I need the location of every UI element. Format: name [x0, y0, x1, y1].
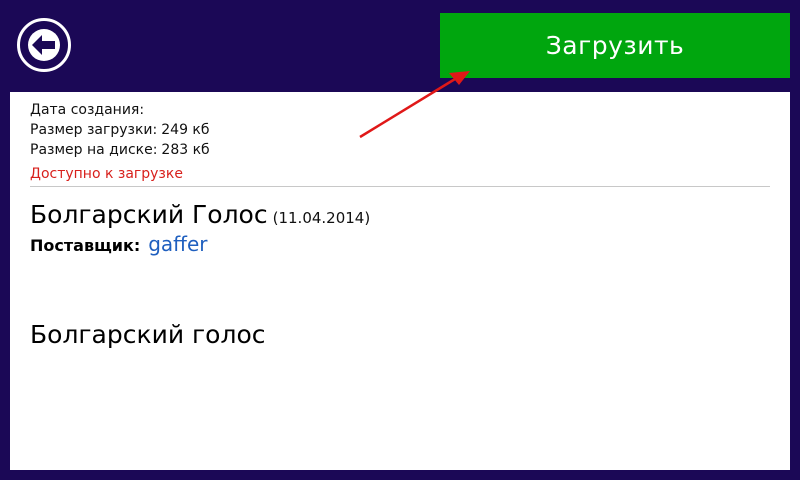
screen: Загрузить Дата создания: Размер загрузки… [0, 0, 800, 480]
provider-link[interactable]: gaffer [148, 232, 207, 256]
provider-label: Поставщик: [30, 236, 141, 255]
created-date-row: Дата создания: [30, 102, 148, 118]
details-panel: Дата создания: Размер загрузки: 249 кб Ра… [10, 92, 790, 470]
download-size-row: Размер загрузки: 249 кб [30, 122, 210, 138]
divider [30, 186, 770, 187]
back-button[interactable] [17, 18, 71, 72]
availability-status: Доступно к загрузке [30, 166, 183, 182]
disk-size-label: Размер на диске: [30, 142, 158, 158]
arrow-left-icon [28, 29, 60, 61]
created-date-label: Дата создания: [30, 102, 145, 118]
download-button[interactable]: Загрузить [440, 13, 790, 78]
disk-size-value: 283 кб [161, 142, 210, 158]
provider-row: Поставщик: gaffer [30, 232, 207, 256]
item-date: (11.04.2014) [272, 209, 371, 227]
item-description: Болгарский голос [30, 320, 266, 349]
disk-size-row: Размер на диске: 283 кб [30, 142, 210, 158]
download-size-label: Размер загрузки: [30, 122, 158, 138]
item-title: Болгарский Голос [30, 200, 268, 229]
title-row: Болгарский Голос (11.04.2014) [30, 200, 370, 229]
download-size-value: 249 кб [161, 122, 210, 138]
